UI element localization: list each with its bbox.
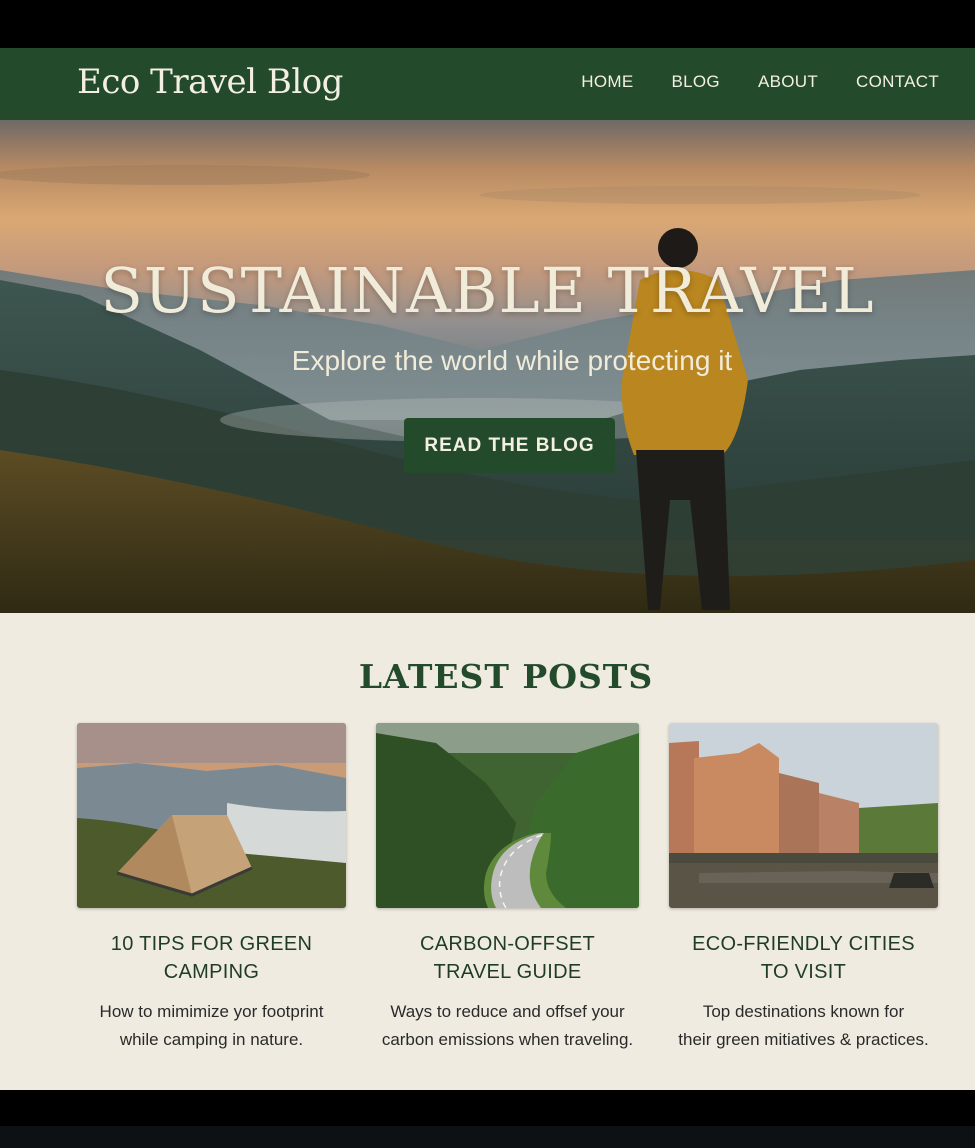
hero-banner: SUSTAINABLE TRAVEL Explore the world whi… — [0, 120, 975, 613]
post-title[interactable]: CARBON-OFFSET TRAVEL GUIDE — [376, 930, 639, 986]
post-card-carbon-offset[interactable]: CARBON-OFFSET TRAVEL GUIDE Ways to reduc… — [376, 723, 639, 1054]
bottom-strip — [0, 1126, 975, 1148]
post-description: Top destinations known for their green m… — [678, 1002, 929, 1049]
nav-contact-link[interactable]: CONTACT — [856, 72, 939, 92]
nav-about-link[interactable]: ABOUT — [758, 72, 818, 92]
forest-road-image[interactable] — [376, 723, 639, 908]
latest-posts-section: LATEST POSTS 10 TIPS FOR GREEN CAMPING H… — [0, 613, 975, 1090]
post-title[interactable]: 10 TIPS FOR GREEN CAMPING — [77, 930, 346, 986]
post-description: Ways to reduce and offsef your carbon em… — [381, 1002, 634, 1049]
nav-blog-link[interactable]: BLOG — [671, 72, 719, 92]
site-header: Eco Travel Blog HOME BLOG ABOUT CONTACT — [0, 48, 975, 120]
post-description: How to mimimize yor footprint while camp… — [99, 1002, 324, 1049]
read-the-blog-button[interactable]: READ THE BLOG — [404, 418, 615, 473]
camping-tent-image[interactable] — [77, 723, 346, 908]
site-logo[interactable]: Eco Travel Blog — [77, 62, 343, 102]
nav-home-link[interactable]: HOME — [581, 72, 633, 92]
post-title[interactable]: ECO-FRIENDLY CITIES TO VISIT — [669, 930, 938, 986]
bottom-black-bar — [0, 1090, 975, 1148]
hero-title: SUSTAINABLE TRAVEL — [100, 254, 875, 327]
top-black-bar — [0, 0, 975, 48]
hero-subtitle: Explore the world while protecting it — [291, 345, 733, 376]
latest-posts-heading: LATEST POSTS — [358, 657, 654, 696]
post-card-green-camping[interactable]: 10 TIPS FOR GREEN CAMPING How to mimimiz… — [77, 723, 346, 1054]
main-nav: HOME BLOG ABOUT CONTACT — [581, 72, 939, 92]
city-canal-image[interactable] — [669, 723, 938, 908]
post-card-eco-cities[interactable]: ECO-FRIENDLY CITIES TO VISIT Top destina… — [669, 723, 938, 1054]
